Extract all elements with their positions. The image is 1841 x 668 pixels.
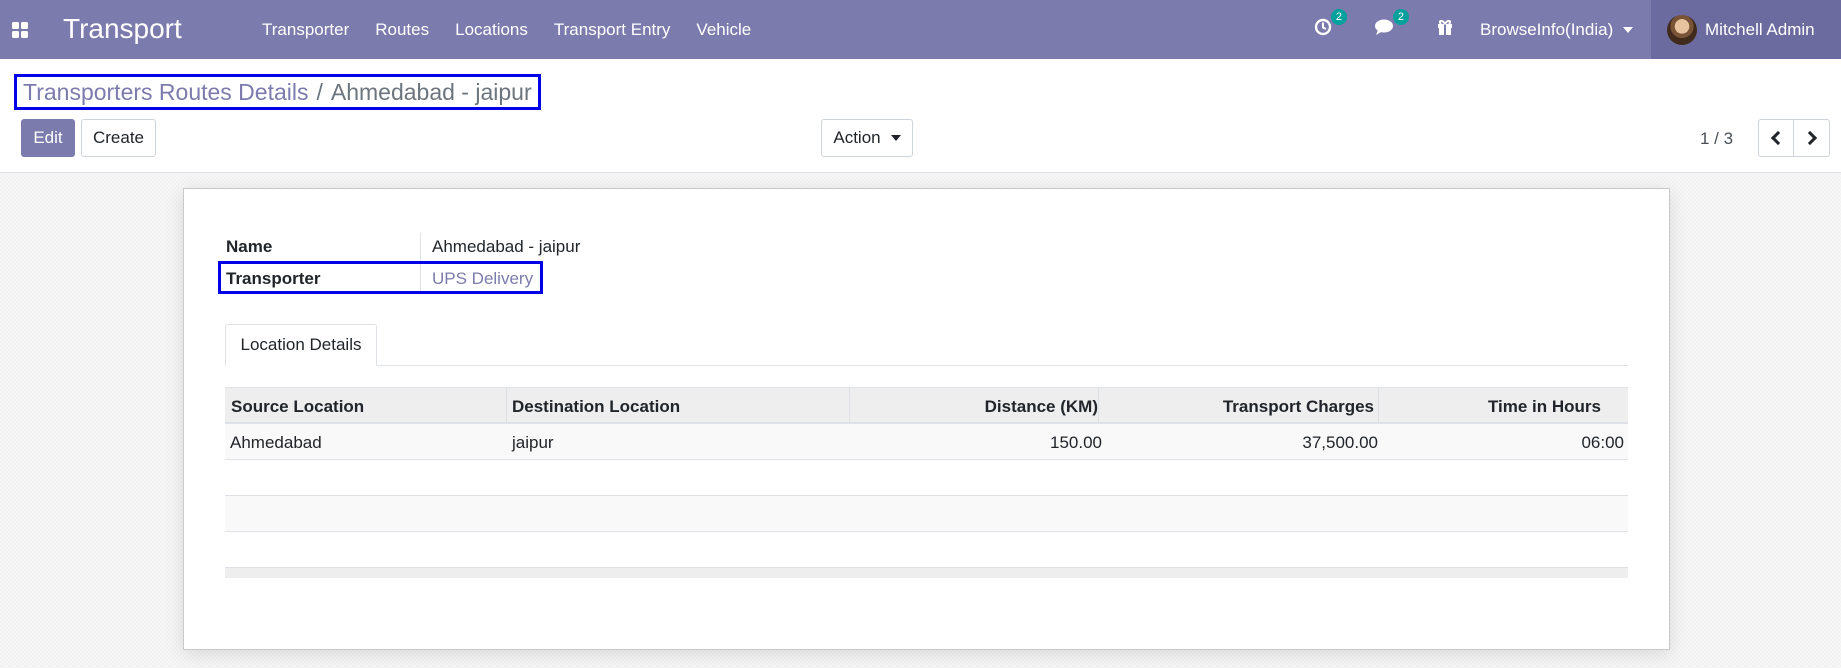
edit-button[interactable]: Edit xyxy=(21,119,75,157)
breadcrumb-separator: / xyxy=(316,78,323,105)
table-footer xyxy=(225,568,1628,578)
avatar xyxy=(1667,14,1697,45)
breadcrumb: Transporters Routes Details / Ahmedabad … xyxy=(14,74,541,110)
chevron-down-icon xyxy=(1623,26,1634,33)
pager-next-button[interactable] xyxy=(1794,119,1830,157)
cell-time-in-hours: 06:00 xyxy=(1581,433,1624,452)
column-header-time-in-hours[interactable]: Time in Hours xyxy=(1378,397,1601,417)
menu-item-transport-entry[interactable]: Transport Entry xyxy=(541,20,684,40)
empty-table-row xyxy=(225,496,1628,532)
tab-location-details[interactable]: Location Details xyxy=(225,324,377,366)
cell-transport-charges: 37,500.00 xyxy=(1302,433,1378,452)
menu-item-routes[interactable]: Routes xyxy=(362,20,442,40)
chevron-right-icon xyxy=(1802,130,1817,146)
company-name: BrowseInfo(India) xyxy=(1480,19,1614,39)
apps-menu-icon[interactable] xyxy=(12,22,28,38)
cell-distance: 150.00 xyxy=(1050,433,1102,452)
menu-item-vehicle[interactable]: Vehicle xyxy=(683,20,764,40)
column-divider xyxy=(506,388,507,422)
table-row[interactable]: Ahmedabad jaipur 150.00 37,500.00 06:00 xyxy=(225,424,1628,460)
column-header-distance[interactable]: Distance (KM) xyxy=(849,397,1098,417)
cell-destination-location: jaipur xyxy=(512,433,554,452)
name-label: Name xyxy=(226,237,273,256)
gift-icon xyxy=(1436,18,1454,41)
messages-button[interactable]: 2 xyxy=(1374,0,1409,59)
column-header-source-location[interactable]: Source Location xyxy=(231,397,364,417)
column-header-destination-location[interactable]: Destination Location xyxy=(512,397,680,417)
user-name: Mitchell Admin xyxy=(1705,19,1815,39)
user-menu[interactable]: Mitchell Admin xyxy=(1651,0,1841,59)
chat-icon: 2 xyxy=(1374,9,1409,41)
company-switcher[interactable]: BrowseInfo(India) xyxy=(1480,0,1634,59)
pager-previous-button[interactable] xyxy=(1758,119,1794,157)
tab-underline xyxy=(225,365,1628,366)
pager-value[interactable]: 1 / 3 xyxy=(1700,129,1733,149)
cell-source-location: Ahmedabad xyxy=(230,433,322,452)
chevron-left-icon xyxy=(1770,130,1786,146)
field-divider xyxy=(420,233,421,261)
location-details-table: Source Location Destination Location Dis… xyxy=(225,387,1628,578)
gift-button[interactable] xyxy=(1436,0,1454,59)
empty-table-row xyxy=(225,532,1628,568)
menu-item-transporter[interactable]: Transporter xyxy=(249,20,362,40)
table-header: Source Location Destination Location Dis… xyxy=(225,387,1628,424)
empty-table-row xyxy=(225,460,1628,496)
breadcrumb-parent-link[interactable]: Transporters Routes Details xyxy=(23,79,308,106)
name-value: Ahmedabad - jaipur xyxy=(432,237,581,256)
create-button[interactable]: Create xyxy=(81,119,156,157)
app-brand[interactable]: Transport xyxy=(63,13,182,45)
chevron-down-icon xyxy=(890,135,901,141)
column-header-transport-charges[interactable]: Transport Charges xyxy=(1098,397,1374,417)
action-label: Action xyxy=(833,128,881,147)
activity-button[interactable]: 2 xyxy=(1314,0,1347,59)
menu-item-locations[interactable]: Locations xyxy=(442,20,541,40)
clock-icon: 2 xyxy=(1314,9,1347,41)
main-menu: Transporter Routes Locations Transport E… xyxy=(249,0,764,59)
action-dropdown-button[interactable]: Action xyxy=(821,119,913,157)
transporter-highlight-box xyxy=(218,261,543,294)
activity-count-badge: 2 xyxy=(1330,9,1347,25)
message-count-badge: 2 xyxy=(1392,9,1409,25)
breadcrumb-current: Ahmedabad - jaipur xyxy=(330,78,532,105)
top-navbar: Transport Transporter Routes Locations T… xyxy=(0,0,1841,59)
